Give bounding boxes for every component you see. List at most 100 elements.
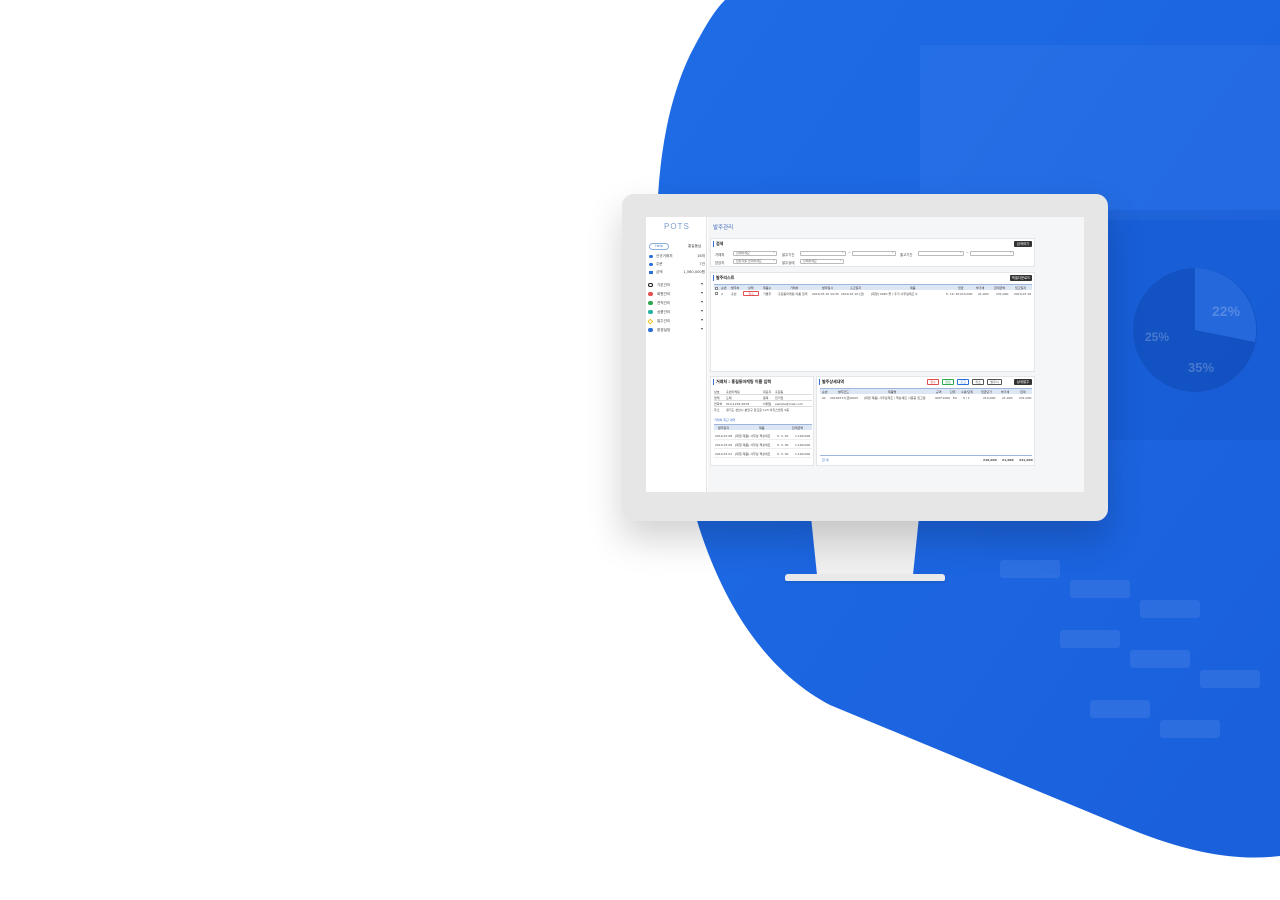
stat-value: 1,560,000원 [683,270,705,274]
cell: 2 [721,292,723,296]
divider [714,394,812,395]
table-row[interactable]: 01 20190717(금)0005 [대형 제품] 사무실제조 / 책상세트 … [820,395,1032,401]
column-header: 거래처 [790,286,799,290]
detail-save-button[interactable]: 상세발주 [1014,379,1032,385]
order-date-from[interactable] [800,251,846,256]
sidebar: POTS Help 홍길동님 신규거래처 16개 주문 7건 금액 1,560,… [646,217,707,492]
stat-label: 금액 [656,270,663,274]
total-price: 210,000 [983,458,997,462]
cancel-button[interactable]: 취소 [972,379,984,385]
section-title: 발주상세내역 [819,379,844,385]
table-row[interactable]: 2 홍빈 접수 가발주 홍길동마케팅 이름 입력 2019.07.10 14:3… [714,291,1032,297]
nav-label: 환경설정 [657,328,671,332]
ring-icon [648,282,653,287]
cell: 2019.07.05 [715,443,733,447]
field-label: 거래처 [715,253,725,257]
stat-label: 주문 [656,262,663,266]
table-row[interactable]: 2019.07.05 [대형 제품] 사무실 책상세트 5. 3. 30 1,1… [714,441,812,449]
chevron-down-icon: ▾ [700,290,703,295]
row-checkbox[interactable] [715,292,718,295]
column-header: 입고일자 [1015,286,1027,290]
cell: 210,000 [983,396,996,400]
chevron-down-icon: ▾ [700,317,703,322]
excel-download-button[interactable]: 엑셀다운로드 [1010,275,1032,281]
complete-button[interactable]: 완료 [942,379,954,385]
help-button[interactable]: Help [649,243,669,250]
nav-item-settings[interactable]: 환경설정 ▾ [648,327,705,333]
column-header: 단위 [950,390,956,394]
main-content: 발주관리 검색 검색하기 거래처 선택하세요 발주기간 ~ 출고기간 ~ 담당자 [708,217,1084,492]
ship-date-to[interactable] [970,251,1014,256]
nav-item-quotes[interactable]: 견적관리 ▾ [648,300,705,306]
section-title: 거래처 : 홍길동마케팅 이름 입력 [713,379,771,385]
nav-item-members[interactable]: 회원관리 ▾ [648,291,705,297]
cell: 2019.07.10 (금) [841,292,865,296]
column-header: 제품 [910,286,916,290]
doc-icon [648,300,653,305]
table-header: 순번 발주처 상태 제품수 거래처 발주일시 출고일자 제품 입금 부가세 합계… [714,284,1032,290]
column-header: 순번 [822,390,828,394]
chevron-down-icon: ▾ [700,299,703,304]
table-row[interactable]: 2019.07.01 [대형 제품] 사무실 책상세트 5. 3. 30 1,1… [714,450,812,458]
column-header: 발주일자 [718,426,730,430]
info-value: 경기도 성남시 분당구 판교로 123 이지스빌딩 5층 [726,408,790,412]
status-select[interactable]: 선택하세요 [800,259,844,264]
field-label: 발주상태 [782,261,795,265]
cell: 5 / 1 [963,396,970,400]
nav-label: 상품관리 [657,310,671,314]
search-button[interactable]: 검색하기 [1014,241,1032,247]
stat-value: 7건 [699,262,705,266]
nav-label: 견적관리 [657,301,671,305]
order-icon [647,318,653,324]
nav-item-orders[interactable]: 발주관리 ▾ [647,317,705,324]
receive-button[interactable]: 접수 [927,379,939,385]
table-row[interactable]: 2019.07.08 [대형 제품] 사무실 책상세트 5. 3. 30 1,1… [714,432,812,440]
order-date-to[interactable] [852,251,896,256]
chevron-down-icon: ▾ [700,308,703,313]
cell: [대형 제품] 사무실 책상세트 [735,434,771,438]
page-title: 발주관리 [713,225,734,231]
status-badge[interactable]: 접수 [743,291,759,296]
cell: 2019.07.10 [1014,292,1032,296]
chevron-down-icon: ▾ [700,326,703,331]
column-header: 수량/단위 [961,390,974,394]
stat-value: 16개 [697,254,705,258]
column-header: 발주처 [731,286,740,290]
nav-label: 기본관리 [657,283,671,287]
column-header: 제품수 [763,286,772,290]
ship-date-from[interactable] [918,251,964,256]
info-label: 주소 [714,408,720,412]
nav-item-basic[interactable]: 기본관리 ▾ [648,282,705,288]
nav-item-products[interactable]: 상품관리 ▾ [648,309,705,315]
table-header: 발주일자 제품 합계금액 [714,424,812,430]
cell: 1,100,000 [795,434,811,438]
select-all-checkbox[interactable] [715,286,718,290]
monitor-neck [811,521,919,576]
field-label: 출고기간 [900,253,913,257]
column-header: 부가세 [1001,390,1010,394]
total-row: 합 계 210,000 21,000 231,000 [820,455,1033,462]
cell: 231,000 [996,292,1009,296]
column-header: 합계 [1020,390,1026,394]
order-list-panel: 발주리스트 엑셀다운로드 순번 발주처 상태 제품수 거래처 발주일시 출고일자… [710,272,1035,372]
order-sheet-button[interactable]: 발주서 [987,379,1002,385]
cell: 1,100,000 [795,443,811,447]
total-sum: 231,000 [1019,458,1033,462]
client-select[interactable]: 선택하세요 [733,251,777,256]
decor-pie-label: 35% [1188,360,1215,375]
cell: 01 [822,396,826,400]
decor-pie-label: 25% [1145,330,1170,344]
ship-button[interactable]: 출고 [957,379,969,385]
cell: 210,000 [960,292,973,296]
cell: 5. 3. 30 [777,443,789,447]
cell: [대형] 2020 올 / 추가 사무실제조 9 [871,292,918,296]
column-header: 합계금액 [994,286,1006,290]
column-header: 제품 [759,426,765,430]
manager-input[interactable]: 담당자를 입력하세요 [733,259,777,264]
cell: EA [953,396,957,400]
cell: 홍길동마케팅 이름 입력 [778,292,808,296]
divider [714,400,812,401]
app-logo[interactable]: POTS [664,222,690,231]
stat-label: 신규거래처 [656,254,673,258]
table-header: 순번 발주코드 제품명 규격 단위 수량/단위 입금단가 부가세 합계 [820,388,1032,394]
